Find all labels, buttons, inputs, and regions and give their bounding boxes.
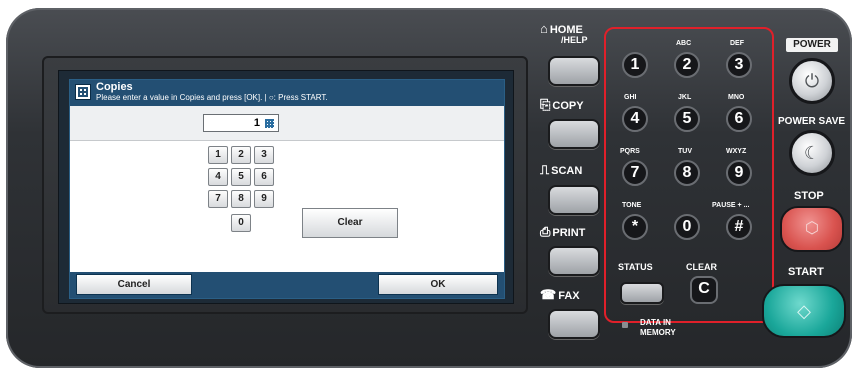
copies-icon — [75, 84, 91, 100]
screen-key-8[interactable]: 8 — [231, 190, 251, 208]
lcd-bezel: Copies Please enter a value in Copies an… — [58, 70, 514, 304]
value-row: 1 — [70, 106, 504, 141]
stop-button[interactable]: ⬡ — [780, 206, 844, 252]
screen-key-7[interactable]: 7 — [208, 190, 228, 208]
home-button[interactable] — [548, 56, 600, 86]
status-button[interactable] — [620, 282, 664, 304]
print-label: ⎙ PRINT — [540, 224, 586, 239]
key-3[interactable]: 3 — [726, 52, 752, 78]
scan-icon: ⎍ — [540, 162, 550, 177]
screen-body: 1 1 2 3 4 5 6 7 8 9 0 Clear — [70, 106, 504, 272]
label-def: DEF — [730, 40, 744, 47]
clear-button[interactable]: Clear — [302, 208, 398, 238]
key-1[interactable]: 1 — [622, 52, 648, 78]
copies-value: 1 — [253, 117, 260, 129]
label-ghi: GHI — [624, 94, 637, 101]
key-0[interactable]: 0 — [674, 214, 700, 240]
copy-label: ⎘ COPY — [540, 97, 584, 112]
fax-button[interactable] — [548, 309, 600, 339]
label-mno: MNO — [728, 94, 745, 101]
screen-instruction: Please enter a value in Copies and press… — [96, 93, 328, 102]
keypad-icon — [265, 119, 274, 128]
key-2[interactable]: 2 — [674, 52, 700, 78]
copies-value-field[interactable]: 1 — [203, 114, 279, 132]
screen-key-0[interactable]: 0 — [231, 214, 251, 232]
stop-icon: ⬡ — [805, 220, 819, 237]
screen-title: Copies — [96, 81, 133, 93]
print-button[interactable] — [548, 246, 600, 276]
power-icon: ⏻ — [804, 71, 820, 91]
data-in-memory-label-1: DATA IN — [640, 318, 671, 327]
help-label: /HELP — [561, 35, 588, 45]
moon-icon: ☾ — [803, 143, 821, 163]
label-tuv: TUV — [678, 148, 692, 155]
start-icon: ◇ — [797, 301, 811, 321]
home-label: ⌂ HOME — [540, 21, 583, 36]
cancel-button[interactable]: Cancel — [76, 274, 192, 295]
power-save-button[interactable]: ☾ — [789, 130, 835, 176]
power-label: POWER — [786, 38, 838, 52]
key-9[interactable]: 9 — [726, 160, 752, 186]
key-star[interactable]: * — [622, 214, 648, 240]
screen-key-2[interactable]: 2 — [231, 146, 251, 164]
scan-label: ⎍ SCAN — [540, 162, 583, 177]
key-8[interactable]: 8 — [674, 160, 700, 186]
stop-label: STOP — [794, 190, 824, 202]
screen-key-9[interactable]: 9 — [254, 190, 274, 208]
scan-button[interactable] — [548, 185, 600, 215]
label-wxyz: WXYZ — [726, 148, 747, 155]
label-pqrs: PQRS — [620, 148, 640, 155]
key-5[interactable]: 5 — [674, 106, 700, 132]
copy-icon: ⎘ — [540, 97, 551, 112]
screen-footer: Cancel OK — [70, 272, 504, 298]
lcd-frame: Copies Please enter a value in Copies an… — [42, 56, 528, 314]
screen-key-4[interactable]: 4 — [208, 168, 228, 186]
key-7[interactable]: 7 — [622, 160, 648, 186]
start-button[interactable]: ◇ — [762, 284, 846, 338]
label-tone: TONE — [622, 202, 642, 209]
screen-key-6[interactable]: 6 — [254, 168, 274, 186]
fax-label: ☎ FAX — [540, 287, 580, 302]
key-hash[interactable]: # — [726, 214, 752, 240]
key-6[interactable]: 6 — [726, 106, 752, 132]
screen-key-3[interactable]: 3 — [254, 146, 274, 164]
ok-button[interactable]: OK — [378, 274, 498, 295]
screen-key-1[interactable]: 1 — [208, 146, 228, 164]
label-pause: PAUSE + ... — [712, 202, 750, 209]
power-save-label: POWER SAVE — [778, 116, 846, 127]
key-4[interactable]: 4 — [622, 106, 648, 132]
power-button[interactable]: ⏻ — [789, 58, 835, 104]
print-icon: ⎙ — [540, 224, 551, 239]
start-label: START — [788, 266, 824, 278]
clear-key-label: CLEAR — [686, 262, 717, 272]
clear-key[interactable]: C — [690, 276, 718, 304]
touch-screen: Copies Please enter a value in Copies an… — [69, 79, 505, 299]
status-label: STATUS — [618, 262, 653, 272]
copy-button[interactable] — [548, 119, 600, 149]
home-icon: ⌂ — [540, 21, 548, 36]
screen-key-5[interactable]: 5 — [231, 168, 251, 186]
data-in-memory-label-2: MEMORY — [640, 328, 676, 337]
label-jkl: JKL — [678, 94, 692, 101]
screen-header: Copies Please enter a value in Copies an… — [70, 80, 504, 106]
fax-icon: ☎ — [540, 287, 557, 302]
data-in-memory-led — [622, 322, 628, 328]
label-abc: ABC — [676, 40, 692, 47]
